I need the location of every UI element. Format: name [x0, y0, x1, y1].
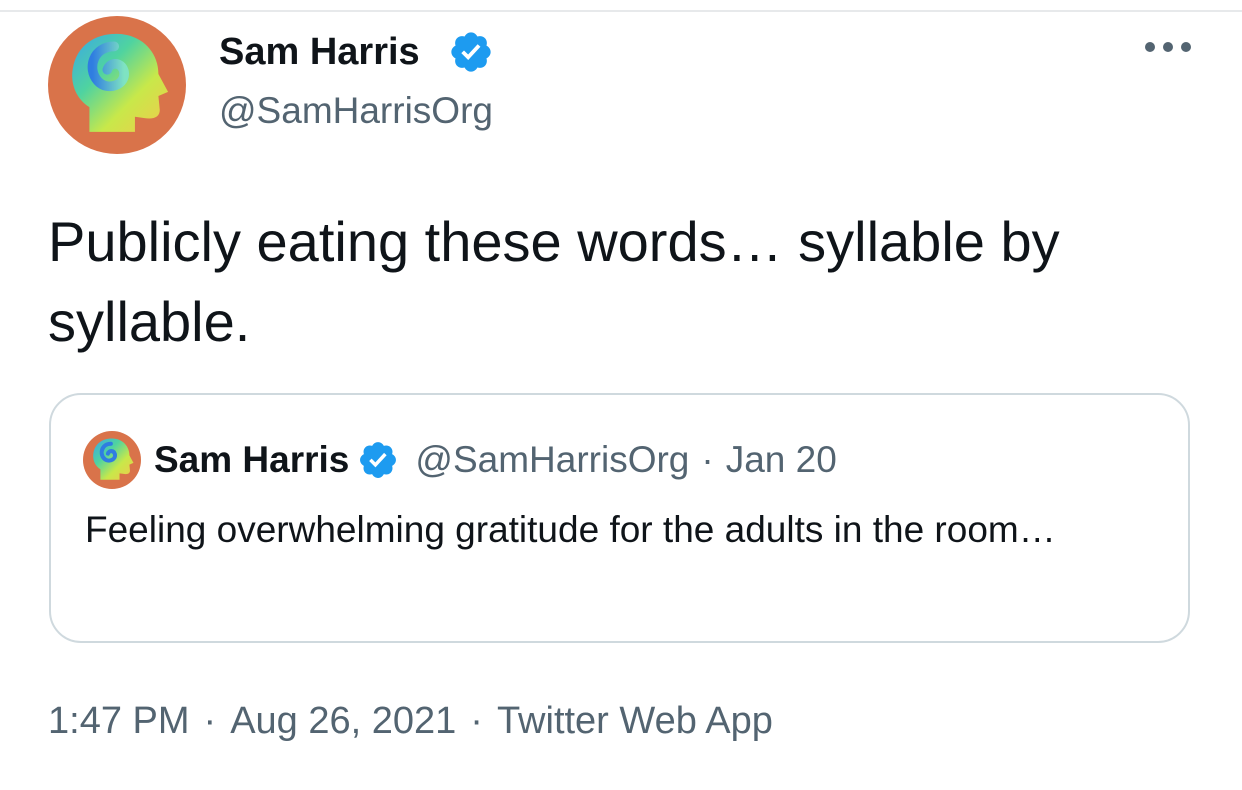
tweet-date[interactable]: Aug 26, 2021 — [230, 700, 456, 743]
quoted-tweet-text: Feeling overwhelming gratitude for the a… — [85, 509, 1056, 550]
tweet-detail-view: Sam Harris @SamHarrisOrg Publicly eating… — [0, 0, 1242, 790]
top-divider — [0, 10, 1242, 12]
head-profile-avatar-icon — [48, 16, 186, 154]
quoted-tweet-card[interactable]: Sam Harris @SamHarrisOrg · Jan 20 Feelin… — [49, 393, 1190, 643]
author-name[interactable]: Sam Harris — [219, 29, 420, 75]
separator-dot: · — [203, 699, 217, 742]
tweet-metadata: 1:47 PM · Aug 26, 2021 · Twitter Web App — [48, 696, 773, 746]
tweet-source[interactable]: Twitter Web App — [497, 700, 773, 743]
quoted-author-name: Sam Harris — [154, 439, 350, 480]
quoted-author-handle: @SamHarrisOrg — [415, 439, 690, 480]
separator-dot: · — [470, 699, 483, 742]
verified-badge-icon — [448, 29, 494, 75]
head-profile-avatar-icon — [83, 431, 141, 489]
tweet-text: Publicly eating these words… syllable by… — [48, 210, 1060, 353]
quoted-tweet-header: Sam Harris @SamHarrisOrg · Jan 20 — [154, 437, 837, 483]
tweet-time[interactable]: 1:47 PM — [48, 700, 190, 743]
quoted-author-avatar — [83, 431, 141, 489]
author-handle[interactable]: @SamHarrisOrg — [219, 88, 493, 134]
more-options-icon — [1145, 42, 1191, 52]
more-options-button[interactable] — [1138, 32, 1198, 62]
author-avatar[interactable] — [48, 16, 186, 154]
quoted-tweet-date: Jan 20 — [725, 439, 837, 480]
verified-badge-icon — [357, 439, 399, 481]
separator-dot: · — [701, 439, 714, 480]
